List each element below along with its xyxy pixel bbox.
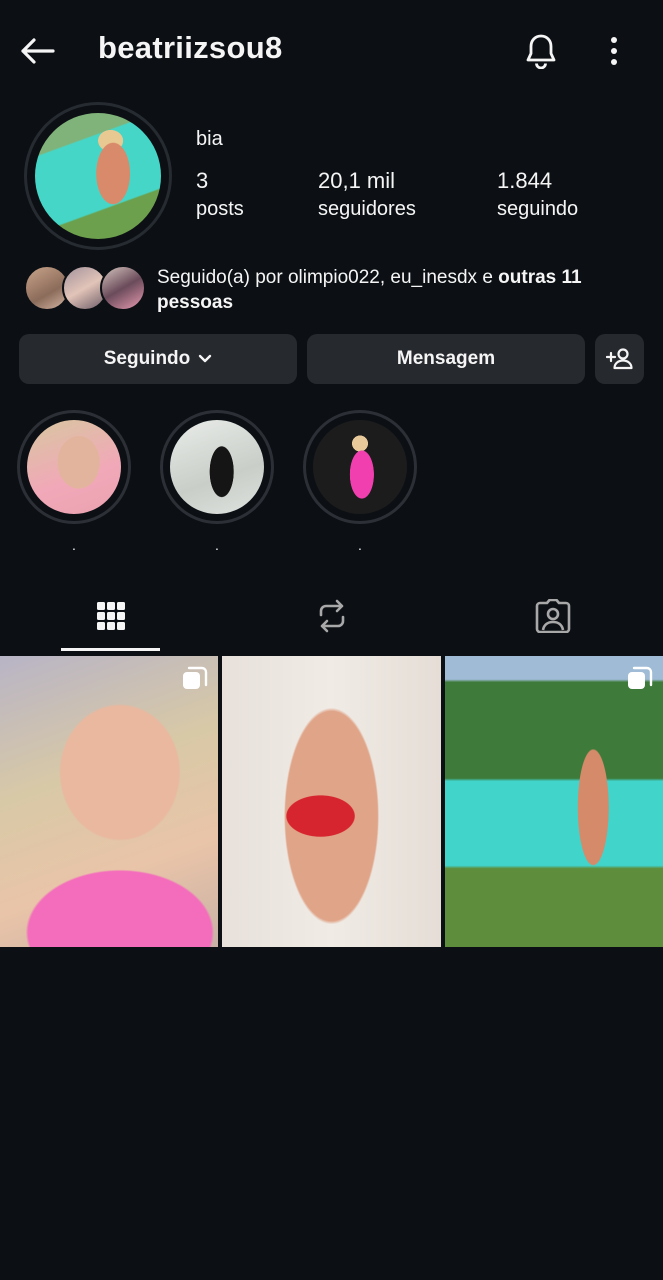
highlight-label: . (215, 537, 219, 553)
story-highlight[interactable]: . (160, 410, 274, 552)
grid-icon (96, 602, 125, 630)
tab-tagged[interactable] (442, 580, 663, 652)
profile-avatar-image (35, 113, 161, 239)
posts-grid (0, 656, 663, 947)
mutual-followers-text: Seguido(a) por olimpio022, eu_inesdx e o… (157, 265, 637, 315)
posts-stat[interactable]: 3 posts (196, 168, 244, 224)
display-name: bia (196, 128, 223, 150)
active-tab-indicator (61, 648, 160, 651)
highlight-label: . (358, 537, 362, 553)
followers-count: 20,1 mil (318, 168, 396, 193)
posts-count: 3 (196, 168, 209, 193)
highlight-label: . (72, 537, 76, 553)
story-highlight[interactable]: . (303, 410, 417, 552)
post-thumbnail[interactable] (0, 656, 218, 947)
add-user-icon (605, 348, 633, 370)
following-label: seguindo (497, 198, 579, 220)
back-arrow-icon[interactable] (16, 30, 58, 72)
mutual-avatar (100, 265, 146, 311)
following-button[interactable]: Seguindo (19, 334, 297, 384)
highlight-image (313, 420, 407, 514)
bell-icon[interactable] (518, 28, 564, 74)
posts-label: posts (196, 198, 244, 220)
multiple-photos-icon (628, 666, 653, 689)
multiple-photos-icon (183, 666, 208, 689)
following-button-label: Seguindo (103, 348, 191, 369)
tab-posts-grid[interactable] (0, 580, 221, 652)
mutual-followers[interactable]: Seguido(a) por olimpio022, eu_inesdx e o… (24, 263, 644, 315)
highlight-ring (17, 410, 131, 524)
followers-stat[interactable]: 20,1 mil seguidores (318, 168, 416, 224)
following-count: 1.844 (497, 168, 553, 193)
post-thumbnail[interactable] (445, 656, 663, 947)
highlight-image (170, 420, 264, 514)
post-thumbnail[interactable] (222, 656, 441, 947)
followers-label: seguidores (318, 198, 416, 220)
profile-tabs (0, 580, 663, 652)
message-button[interactable]: Mensagem (307, 334, 585, 384)
highlight-ring (160, 410, 274, 524)
profile-avatar[interactable] (24, 102, 172, 250)
tagged-person-icon (535, 599, 570, 633)
mutual-text-prefix: Seguido(a) por olimpio022, eu_inesdx e (157, 267, 499, 288)
add-user-button[interactable] (595, 334, 644, 384)
top-bar: beatriizsou8 (0, 0, 663, 100)
tab-reposts[interactable] (221, 580, 442, 652)
chevron-down-icon (199, 354, 212, 363)
highlight-image (27, 420, 121, 514)
profile-username: beatriizsou8 (98, 30, 283, 65)
story-highlight[interactable]: . (17, 410, 131, 552)
highlight-ring (303, 410, 417, 524)
repost-icon (319, 599, 344, 633)
following-stat[interactable]: 1.844 seguindo (497, 168, 578, 224)
message-button-label: Mensagem (396, 348, 496, 369)
more-options-icon[interactable] (596, 28, 632, 74)
